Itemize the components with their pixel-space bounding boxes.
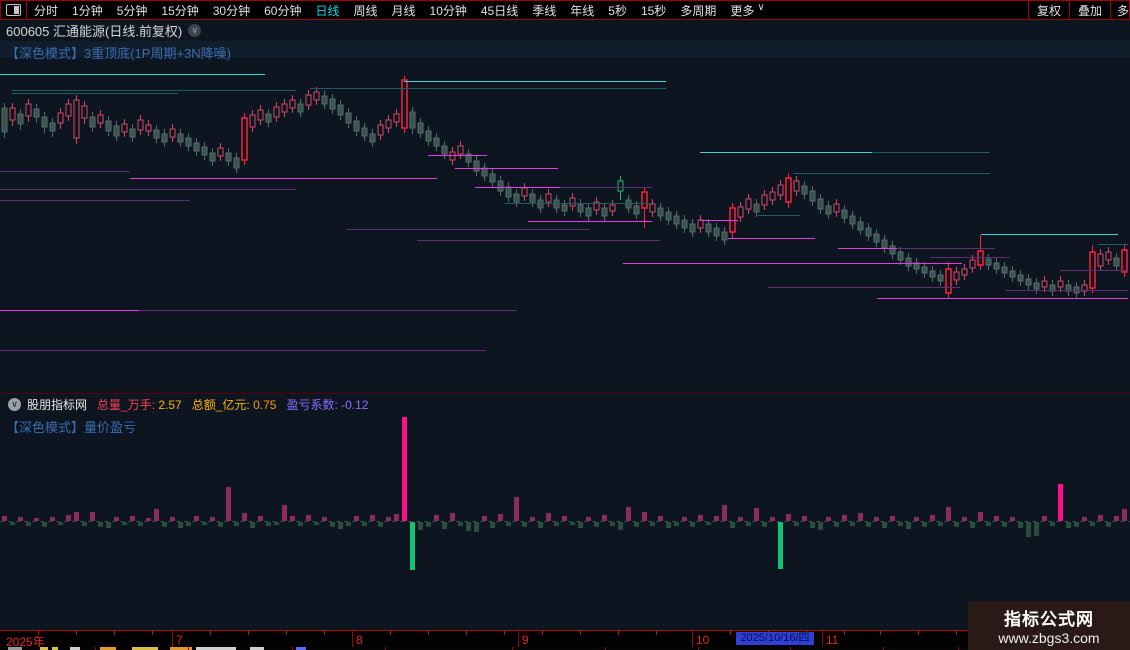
axis-tick [656, 631, 657, 635]
field-value: -0.12 [337, 398, 369, 412]
indicator-field-0: 总量_万手: 2.57 [97, 398, 182, 412]
axis-tick [390, 631, 391, 635]
panel-separator[interactable] [0, 393, 1130, 394]
axis-label: 9 [522, 633, 529, 647]
axis-tick [210, 631, 211, 635]
axis-tick [286, 631, 287, 635]
axis-tick [918, 631, 919, 635]
axis-label: 10 [696, 633, 710, 647]
axis-label: 8 [356, 633, 363, 647]
stock-titlebar: 600605 汇通能源(日线.前复权) ∨ [6, 22, 202, 39]
axis-tick [504, 631, 505, 635]
main-chart-canvas[interactable] [0, 0, 1130, 650]
axis-tick [580, 631, 581, 635]
indicator-field-2: 盈亏系数: -0.12 [286, 398, 368, 412]
axis-month-separator [352, 631, 353, 647]
selected-date-badge: 2025/10/16/四 [736, 632, 814, 645]
watermark-url: www.zbgs3.com [998, 630, 1100, 646]
panel-dropdown-icon[interactable]: ∨ [8, 398, 21, 411]
field-value: 2.57 [155, 398, 182, 412]
axis-tick [880, 631, 881, 635]
tdx-stock-chart-window: 分时 1分钟 5分钟 15分钟 30分钟 60分钟 日线 周线 月线 10分钟 45日线 季线 年线 5秒… [0, 0, 1130, 650]
axis-tick [956, 631, 957, 635]
axis-tick [324, 631, 325, 635]
axis-tick [428, 631, 429, 635]
axis-month-separator [822, 631, 823, 647]
axis-tick [466, 631, 467, 635]
volume-indicator-label[interactable]: 【深色模式】量价盈亏 [6, 417, 136, 436]
field-label: 总量_万手: [97, 398, 156, 412]
field-label: 盈亏系数: [286, 398, 338, 412]
indicator-source: 股朋指标网 [27, 398, 88, 412]
axis-tick [844, 631, 845, 635]
indicator-field-1: 总额_亿元: 0.75 [192, 398, 277, 412]
axis-tick [248, 631, 249, 635]
title-dropdown-icon[interactable]: ∨ [188, 23, 202, 37]
watermark-box: 指标公式网 www.zbgs3.com [968, 601, 1130, 650]
axis-month-separator [692, 631, 693, 647]
indicator-panel-header: ∨ 股朋指标网 总量_万手: 2.57 总额_亿元: 0.75 盈亏系数: -0.1… [8, 397, 378, 412]
indicator-values: 总量_万手: 2.57 总额_亿元: 0.75 盈亏系数: -0.12 [97, 396, 378, 413]
axis-tick [542, 631, 543, 635]
axis-month-separator [518, 631, 519, 647]
axis-tick [114, 631, 115, 635]
field-value: 0.75 [249, 398, 277, 412]
field-label: 总额_亿元: [191, 398, 250, 412]
watermark-title: 指标公式网 [1004, 610, 1094, 629]
axis-label: 11 [826, 633, 839, 647]
axis-tick [152, 631, 153, 635]
stock-title: 600605 汇通能源(日线.前复权) [6, 23, 183, 39]
axis-tick [76, 631, 77, 635]
axis-month-separator [172, 631, 173, 647]
axis-label: 7 [176, 633, 183, 647]
axis-tick [618, 631, 619, 635]
main-indicator-label[interactable]: 【深色模式】3重顶底(1P周期+3N降噪) [6, 43, 231, 62]
axis-tick [730, 631, 731, 635]
date-axis[interactable]: 2025年 7 8 9 10 11 2025/10/16/四 [0, 630, 1130, 649]
